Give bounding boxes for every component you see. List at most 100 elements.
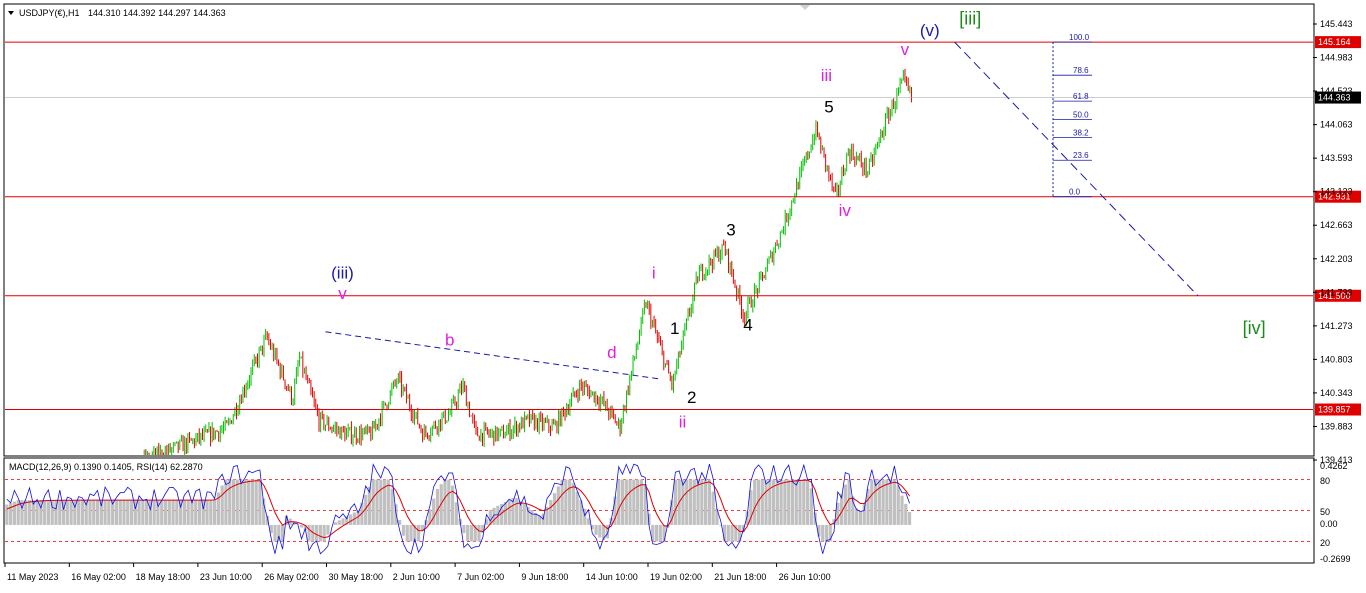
macd-hist-bar-186 [708,480,711,525]
price-tick-label-0: 145.443 [1320,19,1353,29]
macd-hist-bar-225 [855,508,858,525]
macd-hist-bar-27 [107,500,110,525]
macd-hist-bar-198 [753,480,756,525]
macd-hist-bar-231 [878,480,881,525]
macd-hist-bar-239 [908,512,911,525]
time-tick-label-6: 2 Jun 10:00 [393,572,440,582]
macd-hist-bar-122 [466,525,469,541]
wave-label-4: i [652,263,656,282]
wave-label-5: 1 [670,319,679,338]
macd-hist-bar-135 [515,498,518,525]
macd-hist-bar-32 [126,500,129,525]
macd-hist-bar-53 [205,500,208,525]
macd-hist-bar-216 [821,525,824,541]
macd-hist-bar-211 [802,480,805,525]
macd-hist-bar-67 [258,481,261,525]
wave-label-13: v [901,40,910,59]
macd-hist-bar-237 [900,496,903,525]
fib-level-label-3: 50.0 [1073,110,1089,119]
macd-hist-bar-109 [417,525,420,541]
macd-hist-bar-184 [700,480,703,525]
macd-hist-bar-181 [689,480,692,525]
macd-hist-bar-180 [685,480,688,525]
macd-hist-bar-20 [81,500,84,525]
trading-chart[interactable]: USDJPY(€),H1 144.310 144.392 144.297 144… [0,0,1366,588]
macd-hist-bar-19 [77,500,80,525]
wave-label-1: v [338,284,347,303]
macd-hist-bar-51 [198,500,201,525]
price-tick-label-9: 141.273 [1320,321,1353,331]
macd-hist-bar-145 [553,493,556,525]
wave-label-0: (iii) [331,263,354,282]
wave-label-2: b [445,331,454,350]
macd-hist-bar-63 [243,480,246,525]
price-level-label-3: 139.857 [1318,405,1351,415]
macd-hist-bar-8 [36,500,39,525]
macd-hist-bar-26 [103,500,106,525]
macd-hist-bar-207 [787,480,790,525]
macd-hist-bar-227 [863,503,866,525]
macd-hist-bar-191 [727,525,730,541]
macd-hist-bar-114 [436,489,439,525]
macd-hist-bar-59 [228,480,231,525]
macd-hist-bar-117 [447,480,450,525]
macd-hist-bar-82 [315,525,318,541]
macd-hist-bar-84 [323,525,326,541]
macd-hist-bar-102 [391,489,394,525]
time-tick-label-4: 26 May 02:00 [264,572,319,582]
macd-hist-bar-138 [526,507,529,525]
macd-hist-bar-235 [893,480,896,525]
fib-level-label-2: 61.8 [1073,92,1089,101]
macd-hist-bar-133 [508,500,511,525]
price-tick-label-3: 144.063 [1320,120,1353,130]
wave-label-16: [iv] [1243,318,1266,338]
fib-level-label-0: 100.0 [1069,33,1090,42]
macd-hist-bar-238 [904,504,907,525]
macd-hist-bar-123 [470,525,473,541]
price-tick-label-1: 144.983 [1320,53,1353,63]
macd-hist-bar-236 [897,486,900,525]
wave-label-12: iv [839,201,852,220]
chart-canvas[interactable]: USDJPY(€),H1 144.310 144.392 144.297 144… [0,0,1366,588]
macd-hist-bar-71 [273,525,276,541]
wave-label-3: d [607,343,616,362]
time-tick-label-7: 7 Jun 02:00 [457,572,504,582]
macd-hist-bar-217 [825,525,828,541]
macd-hist-bar-91 [349,514,352,524]
macd-hist-bar-151 [576,492,579,525]
macd-hist-bar-48 [187,500,190,525]
macd-hist-bar-159 [606,525,609,538]
price-tick-label-11: 140.343 [1320,388,1353,398]
macd-hist-bar-165 [628,480,631,525]
macd-hist-bar-168 [640,480,643,525]
macd-hist-bar-88 [338,520,341,525]
macd-hist-bar-54 [209,500,212,525]
wave-label-10: 5 [824,97,833,116]
macd-hist-bar-45 [175,500,178,525]
fib-level-label-1: 78.6 [1073,66,1089,75]
time-tick-label-2: 18 May 18:00 [136,572,191,582]
macd-hist-bar-156 [594,525,597,535]
macd-hist-bar-144 [549,500,552,525]
macd-hist-bar-24 [96,500,99,525]
macd-hist-bar-98 [375,480,378,525]
macd-hist-bar-164 [625,480,628,525]
macd-hist-bar-41 [160,500,163,525]
macd-hist-bar-85 [326,525,329,535]
macd-hist-bar-80 [307,525,310,541]
macd-hist-bar-147 [560,480,563,525]
time-tick-label-9: 14 Jun 10:00 [586,572,638,582]
macd-hist-bar-179 [681,480,684,525]
macd-hist-bar-234 [889,480,892,525]
macd-hist-bar-212 [806,480,809,525]
macd-hist-bar-185 [704,480,707,525]
indicator-tick-label-2: 50 [1320,507,1330,517]
time-tick-label-8: 9 Jun 18:00 [521,572,568,582]
macd-hist-bar-42 [164,500,167,525]
wave-label-14: (v) [920,21,940,40]
macd-hist-bar-43 [168,500,171,525]
macd-hist-bar-11 [47,500,50,525]
macd-hist-bar-23 [92,500,95,525]
macd-hist-bar-106 [406,525,409,541]
macd-hist-bar-17 [69,500,72,525]
